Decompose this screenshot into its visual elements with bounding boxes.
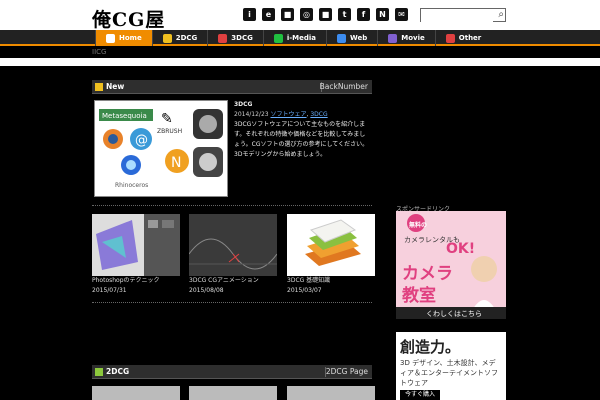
- svg-text:カメラ: カメラ: [402, 264, 453, 284]
- category-link-1[interactable]: ソフトウェア: [271, 111, 307, 118]
- breadcrumb[interactable]: IICG: [92, 48, 106, 56]
- svg-text:教室: 教室: [401, 285, 436, 306]
- feature-image[interactable]: Metasequoia @ ✎ ZBRUSH Rhinoceros N: [94, 100, 228, 197]
- header-band: [0, 58, 600, 66]
- nav-item-i-media[interactable]: i-Media: [262, 30, 326, 46]
- nav-label: i-Media: [286, 34, 317, 42]
- social-icon-8[interactable]: N: [376, 8, 389, 21]
- nav-label: Web: [350, 34, 368, 42]
- site-logo[interactable]: 俺CG屋: [92, 5, 165, 32]
- svg-text:くわしくはこちら: くわしくはこちら: [426, 310, 482, 318]
- nav-label: 3DCG: [231, 34, 253, 42]
- nav-item-movie[interactable]: Movie: [377, 30, 435, 46]
- svg-text:✎: ✎: [161, 111, 173, 127]
- nav-label: Movie: [401, 34, 425, 42]
- media-icon: [273, 33, 283, 43]
- globe-icon: [337, 33, 347, 43]
- svg-text:Rhinoceros: Rhinoceros: [115, 182, 148, 189]
- nav-label: Home: [119, 34, 142, 42]
- social-icon-4[interactable]: ◎: [300, 8, 313, 21]
- svg-text:N: N: [171, 155, 181, 171]
- social-icon-5[interactable]: ■: [319, 8, 332, 21]
- svg-text:Metasequoia: Metasequoia: [102, 112, 147, 120]
- facebook-icon[interactable]: f: [357, 8, 370, 21]
- software-logos-collage: Metasequoia @ ✎ ZBRUSH Rhinoceros N: [99, 109, 223, 189]
- article-thumb-3[interactable]: [287, 214, 375, 276]
- nav-item-other[interactable]: Other: [434, 30, 491, 46]
- feature-date: 2014/12/23: [234, 111, 269, 118]
- feature-meta: 2014/12/23 ソフトウェア, 3DCG: [234, 111, 328, 118]
- nav-item-2dcg[interactable]: 2DCG: [151, 30, 208, 46]
- svg-text:ZBRUSH: ZBRUSH: [157, 128, 182, 135]
- article-caption-2: 3DCG CGアニメーション 2015/08/08: [189, 277, 259, 294]
- nav-item-3dcg[interactable]: 3DCG: [207, 30, 263, 46]
- 2dcg-section-header: 2DCG 2DCG Page: [92, 365, 372, 379]
- buy-now-button[interactable]: 今すぐ購入: [400, 390, 440, 400]
- feature-excerpt: 3DCGソフトウェアについて主なものを紹介します。それぞれの特徴や価格などを比較…: [234, 121, 369, 158]
- divider: [92, 205, 372, 206]
- nav-label: Other: [458, 34, 482, 42]
- film-icon: [388, 33, 398, 43]
- 2dcg-thumb-2[interactable]: [189, 386, 277, 400]
- new-section-header: New BackNumber: [92, 80, 372, 94]
- divider: [92, 302, 372, 303]
- section-marker-icon: [95, 368, 103, 376]
- twitter-icon[interactable]: t: [338, 8, 351, 21]
- nav-item-web[interactable]: Web: [326, 30, 377, 46]
- free-badge: 無料の: [409, 222, 428, 229]
- mail-icon[interactable]: ✉: [395, 8, 408, 21]
- plus-icon: [445, 33, 455, 43]
- 2dcg-page-link[interactable]: 2DCG Page: [326, 367, 368, 376]
- svg-text:@: @: [135, 133, 148, 148]
- top-header: 俺CG屋 i e ■ ◎ ■ t f N ✉ ⌕: [0, 0, 600, 32]
- feature-article: 3DCG 2014/12/23 ソフトウェア, 3DCG 3DCGソフトウェアに…: [234, 100, 370, 160]
- main-nav: Home 2DCG 3DCG i-Media Web Movie Other: [0, 30, 600, 46]
- search-input[interactable]: [421, 15, 493, 28]
- home-icon: [106, 33, 115, 43]
- nav-item-home[interactable]: Home: [95, 30, 152, 46]
- software-ad[interactable]: 創造力。 3D デザイン、土木設計、メディア＆エンターテイメントソフトウェア 今…: [396, 332, 506, 400]
- camera-school-ad[interactable]: カメラレンタルも OK! カメラ 教室 くわしくはこちら 無料の: [396, 211, 506, 319]
- social-icon-3[interactable]: ■: [281, 8, 294, 21]
- svg-text:OK!: OK!: [446, 241, 475, 257]
- 2dcg-thumb-3[interactable]: [287, 386, 375, 400]
- new-section-title: New: [106, 82, 125, 91]
- article-caption-1: Photoshopのテクニック 2015/07/31: [92, 277, 160, 294]
- social-icons: i e ■ ◎ ■ t f N ✉: [243, 8, 408, 21]
- pencil-icon: [162, 33, 172, 43]
- article-thumb-1[interactable]: [92, 214, 180, 276]
- section-marker-icon: [95, 83, 103, 91]
- social-icon-2[interactable]: e: [262, 8, 275, 21]
- article-thumb-2[interactable]: [188, 214, 278, 276]
- feature-title[interactable]: 3DCG: [234, 100, 370, 110]
- social-icon-1[interactable]: i: [243, 8, 256, 21]
- search-box: ⌕: [420, 8, 506, 28]
- category-link-2[interactable]: 3DCG: [310, 111, 327, 118]
- ad-headline: 創造力。: [400, 338, 461, 356]
- 2dcg-thumb-1[interactable]: [92, 386, 180, 400]
- article-caption-3: 3DCG 基礎知識 2015/03/07: [287, 277, 331, 294]
- 2dcg-section-title: 2DCG: [106, 367, 130, 376]
- backnumber-link[interactable]: BackNumber: [320, 82, 368, 91]
- nav-label: 2DCG: [175, 34, 198, 42]
- cube-icon: [218, 33, 228, 43]
- ad-body: 3D デザイン、土木設計、メディア＆エンターテイメントソフトウェア: [400, 359, 498, 387]
- search-icon[interactable]: ⌕: [498, 9, 504, 21]
